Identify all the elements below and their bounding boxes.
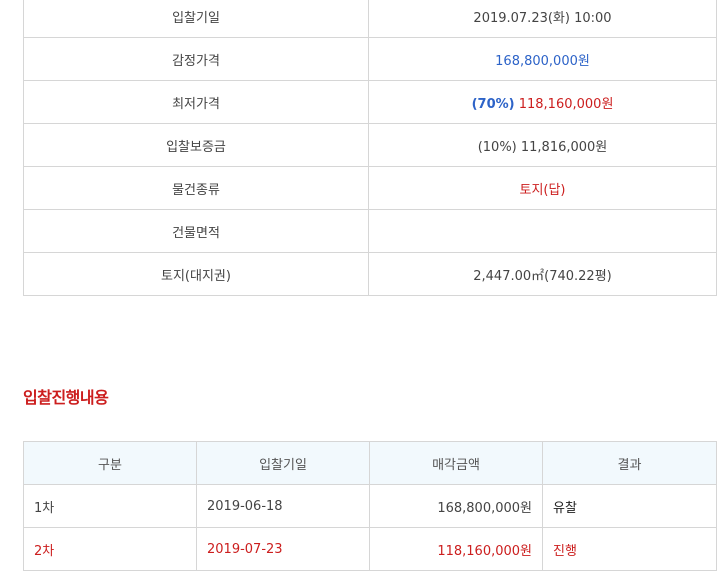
info-row-property-type: 물건종류 토지(답)	[23, 166, 717, 210]
column-header-amount: 매각금액	[369, 441, 543, 485]
column-header-date: 입찰기일	[196, 441, 370, 485]
info-row-building-area: 건물면적	[23, 209, 717, 253]
info-value-cell: (70%) 118,160,000원	[368, 80, 717, 124]
info-label: 건물면적	[23, 209, 369, 253]
section-title-bid-progress: 입찰진행내용	[23, 388, 109, 407]
info-label: 최저가격	[23, 80, 369, 124]
info-value: 168,800,000원	[368, 37, 717, 81]
info-row-bid-date: 입찰기일 2019.07.23(화) 10:00	[23, 0, 717, 38]
minimum-price-rate: (70%)	[471, 96, 515, 112]
info-row-deposit: 입찰보증금 (10%) 11,816,000원	[23, 123, 717, 167]
round-cell: 2차	[23, 527, 197, 571]
info-label: 입찰보증금	[23, 123, 369, 167]
result-cell: 유찰	[542, 484, 717, 528]
info-value: 토지(답)	[368, 166, 717, 210]
info-value: 2,447.00㎡(740.22평)	[368, 252, 717, 296]
info-label: 토지(대지권)	[23, 252, 369, 296]
info-label: 입찰기일	[23, 0, 369, 38]
info-value	[368, 209, 717, 253]
date-cell: 2019-06-18	[196, 484, 370, 528]
bid-rounds-table: 구분 입찰기일 매각금액 결과 1차 2019-06-18 168,800,00…	[23, 441, 717, 571]
date-cell: 2019-07-23	[196, 527, 370, 571]
info-label: 물건종류	[23, 166, 369, 210]
info-row-land-area: 토지(대지권) 2,447.00㎡(740.22평)	[23, 252, 717, 296]
info-row-appraisal-price: 감정가격 168,800,000원	[23, 37, 717, 81]
amount-cell: 168,800,000원	[369, 484, 543, 528]
minimum-price-value: 118,160,000원	[518, 96, 614, 112]
info-row-minimum-price: 최저가격 (70%) 118,160,000원	[23, 80, 717, 124]
info-value: 2019.07.23(화) 10:00	[368, 0, 717, 38]
column-header-round: 구분	[23, 441, 197, 485]
table-row: 1차 2019-06-18 168,800,000원 유찰	[23, 484, 717, 528]
column-header-result: 결과	[542, 441, 717, 485]
info-label: 감정가격	[23, 37, 369, 81]
info-value: (10%) 11,816,000원	[368, 123, 717, 167]
auction-info-table: 입찰기일 2019.07.23(화) 10:00 감정가격 168,800,00…	[23, 0, 717, 296]
table-header-row: 구분 입찰기일 매각금액 결과	[23, 441, 717, 485]
table-row: 2차 2019-07-23 118,160,000원 진행	[23, 527, 717, 571]
result-cell: 진행	[542, 527, 717, 571]
amount-cell: 118,160,000원	[369, 527, 543, 571]
round-cell: 1차	[23, 484, 197, 528]
